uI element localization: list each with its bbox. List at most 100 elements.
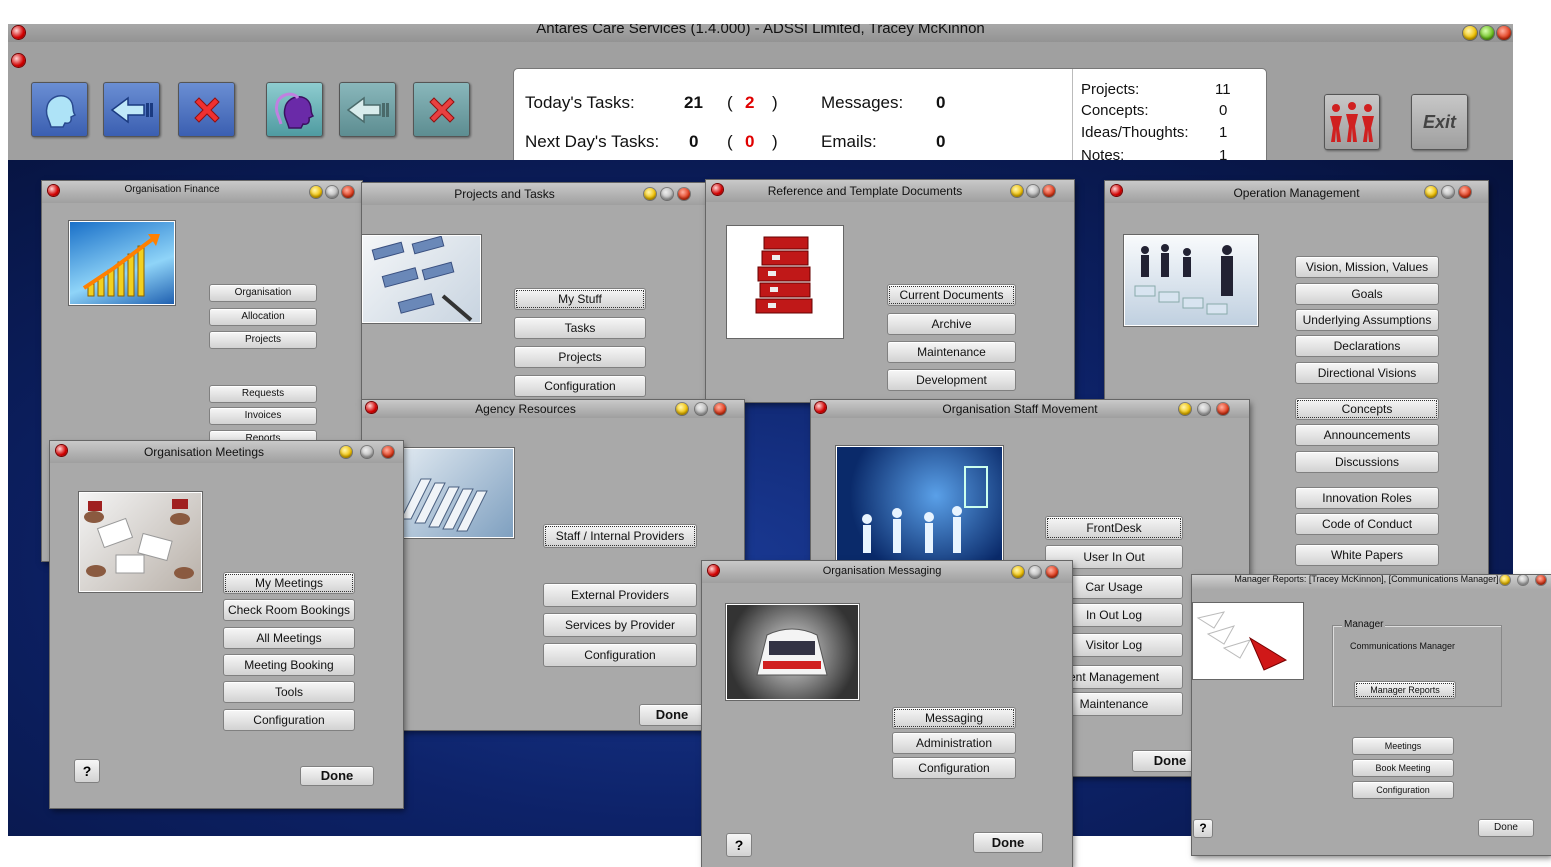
- frontdesk-button[interactable]: FrontDesk: [1045, 516, 1183, 540]
- minimize-button[interactable]: [1011, 185, 1023, 197]
- finance-allocation-button[interactable]: Allocation: [209, 308, 317, 326]
- minimize-button[interactable]: [676, 403, 688, 415]
- help-icon: ?: [734, 837, 744, 853]
- messaging-done-button[interactable]: Done: [973, 832, 1043, 853]
- help-button[interactable]: ?: [74, 759, 100, 783]
- finance-invoices-button[interactable]: Invoices: [209, 407, 317, 425]
- meetings-configuration-button[interactable]: Configuration: [223, 709, 355, 731]
- manager-done-button[interactable]: Done: [1478, 819, 1534, 837]
- help-button[interactable]: ?: [1193, 819, 1213, 838]
- todays-tasks-count[interactable]: 21: [684, 93, 703, 113]
- minimize-button[interactable]: [1500, 575, 1510, 585]
- close-button[interactable]: [1217, 403, 1229, 415]
- vision-mission-values-button[interactable]: Vision, Mission, Values: [1295, 256, 1439, 278]
- maximize-button[interactable]: [1518, 575, 1528, 585]
- meeting-booking-button[interactable]: Meeting Booking: [223, 654, 355, 676]
- minimize-button[interactable]: [1179, 403, 1191, 415]
- tools-button[interactable]: Tools: [223, 681, 355, 703]
- messaging-configuration-button[interactable]: Configuration: [892, 757, 1016, 779]
- my-meetings-button[interactable]: My Meetings: [223, 572, 355, 594]
- white-papers-button[interactable]: White Papers: [1295, 544, 1439, 566]
- maximize-button[interactable]: [1442, 186, 1454, 198]
- digital-people-icon: [862, 466, 988, 553]
- back-button-secondary[interactable]: [339, 82, 396, 137]
- back-button[interactable]: [103, 82, 160, 137]
- maximize-button[interactable]: [361, 446, 373, 458]
- services-by-provider-button[interactable]: Services by Provider: [543, 613, 697, 637]
- manager-configuration-button[interactable]: Configuration: [1352, 781, 1454, 799]
- head-button-secondary[interactable]: [266, 82, 323, 137]
- close-button[interactable]: [714, 403, 726, 415]
- messaging-button[interactable]: Messaging: [892, 707, 1016, 729]
- messages-count[interactable]: 0: [936, 93, 945, 113]
- maximize-button[interactable]: [695, 403, 707, 415]
- people-group-button[interactable]: [1324, 94, 1380, 150]
- meetings-done-button[interactable]: Done: [300, 766, 374, 786]
- reference-maintenance-button[interactable]: Maintenance: [887, 341, 1016, 363]
- cancel-button-secondary[interactable]: [413, 82, 470, 137]
- window-reference-documents: Reference and Template Documents Current…: [706, 180, 1074, 402]
- current-documents-button[interactable]: Current Documents: [887, 284, 1016, 306]
- announcements-button[interactable]: Announcements: [1295, 424, 1439, 446]
- growth-chart-icon: [82, 234, 160, 297]
- external-providers-button[interactable]: External Providers: [543, 583, 697, 607]
- goals-button[interactable]: Goals: [1295, 283, 1439, 305]
- maximize-button[interactable]: [1198, 403, 1210, 415]
- maximize-button[interactable]: [1027, 185, 1039, 197]
- minimize-button[interactable]: [340, 446, 352, 458]
- staff-internal-providers-button[interactable]: Staff / Internal Providers: [543, 524, 697, 548]
- window-title: Manager Reports: [Tracey McKinnon], [Com…: [1234, 575, 1499, 584]
- close-button[interactable]: [342, 186, 354, 198]
- manager-meetings-button[interactable]: Meetings: [1352, 737, 1454, 755]
- underlying-assumptions-button[interactable]: Underlying Assumptions: [1295, 309, 1439, 331]
- maximize-button[interactable]: [661, 188, 673, 200]
- manager-reports-button[interactable]: Manager Reports: [1354, 681, 1456, 699]
- directional-visions-button[interactable]: Directional Visions: [1295, 362, 1439, 384]
- exit-button[interactable]: Exit: [1411, 94, 1468, 150]
- minimize-button[interactable]: [644, 188, 656, 200]
- help-button[interactable]: ?: [726, 833, 752, 857]
- tasks-button[interactable]: Tasks: [514, 317, 646, 339]
- close-button[interactable]: [1497, 26, 1511, 40]
- administration-button[interactable]: Administration: [892, 732, 1016, 754]
- task-summary-panel: Today's Tasks: 21 ( 2 ) Next Day's Tasks…: [513, 68, 1267, 174]
- close-button[interactable]: [382, 446, 394, 458]
- book-meeting-button[interactable]: Book Meeting: [1352, 759, 1454, 777]
- close-button[interactable]: [678, 188, 690, 200]
- my-stuff-button[interactable]: My Stuff: [514, 288, 646, 310]
- agency-configuration-button[interactable]: Configuration: [543, 643, 697, 667]
- minimize-button[interactable]: [1463, 26, 1477, 40]
- toolbar-menu-orb-icon[interactable]: [12, 54, 25, 67]
- discussions-button[interactable]: Discussions: [1295, 451, 1439, 473]
- minimize-button[interactable]: [1425, 186, 1437, 198]
- finance-organisation-button[interactable]: Organisation: [209, 284, 317, 302]
- head-button[interactable]: [31, 82, 88, 137]
- agency-done-button[interactable]: Done: [639, 704, 705, 726]
- code-of-conduct-button[interactable]: Code of Conduct: [1295, 513, 1439, 535]
- concepts-button[interactable]: Concepts: [1295, 398, 1439, 420]
- innovation-roles-button[interactable]: Innovation Roles: [1295, 487, 1439, 509]
- close-button[interactable]: [1459, 186, 1471, 198]
- minimize-button[interactable]: [1012, 566, 1024, 578]
- projects-button[interactable]: Projects: [514, 346, 646, 368]
- emails-count[interactable]: 0: [936, 132, 945, 152]
- archive-button[interactable]: Archive: [887, 313, 1016, 335]
- todays-tasks-overdue[interactable]: 2: [745, 93, 754, 113]
- finance-projects-button[interactable]: Projects: [209, 331, 317, 349]
- next-days-tasks-overdue[interactable]: 0: [745, 132, 754, 152]
- next-days-tasks-count[interactable]: 0: [689, 132, 698, 152]
- projects-configuration-button[interactable]: Configuration: [514, 375, 646, 397]
- maximize-button[interactable]: [1029, 566, 1041, 578]
- declarations-button[interactable]: Declarations: [1295, 335, 1439, 357]
- close-button[interactable]: [1043, 185, 1055, 197]
- check-room-bookings-button[interactable]: Check Room Bookings: [223, 599, 355, 621]
- minimize-button[interactable]: [310, 186, 322, 198]
- close-button[interactable]: [1046, 566, 1058, 578]
- finance-requests-button[interactable]: Requests: [209, 385, 317, 403]
- close-button[interactable]: [1536, 575, 1546, 585]
- maximize-button[interactable]: [326, 186, 338, 198]
- cancel-button[interactable]: [178, 82, 235, 137]
- all-meetings-button[interactable]: All Meetings: [223, 627, 355, 649]
- development-button[interactable]: Development: [887, 369, 1016, 391]
- maximize-button[interactable]: [1480, 26, 1494, 40]
